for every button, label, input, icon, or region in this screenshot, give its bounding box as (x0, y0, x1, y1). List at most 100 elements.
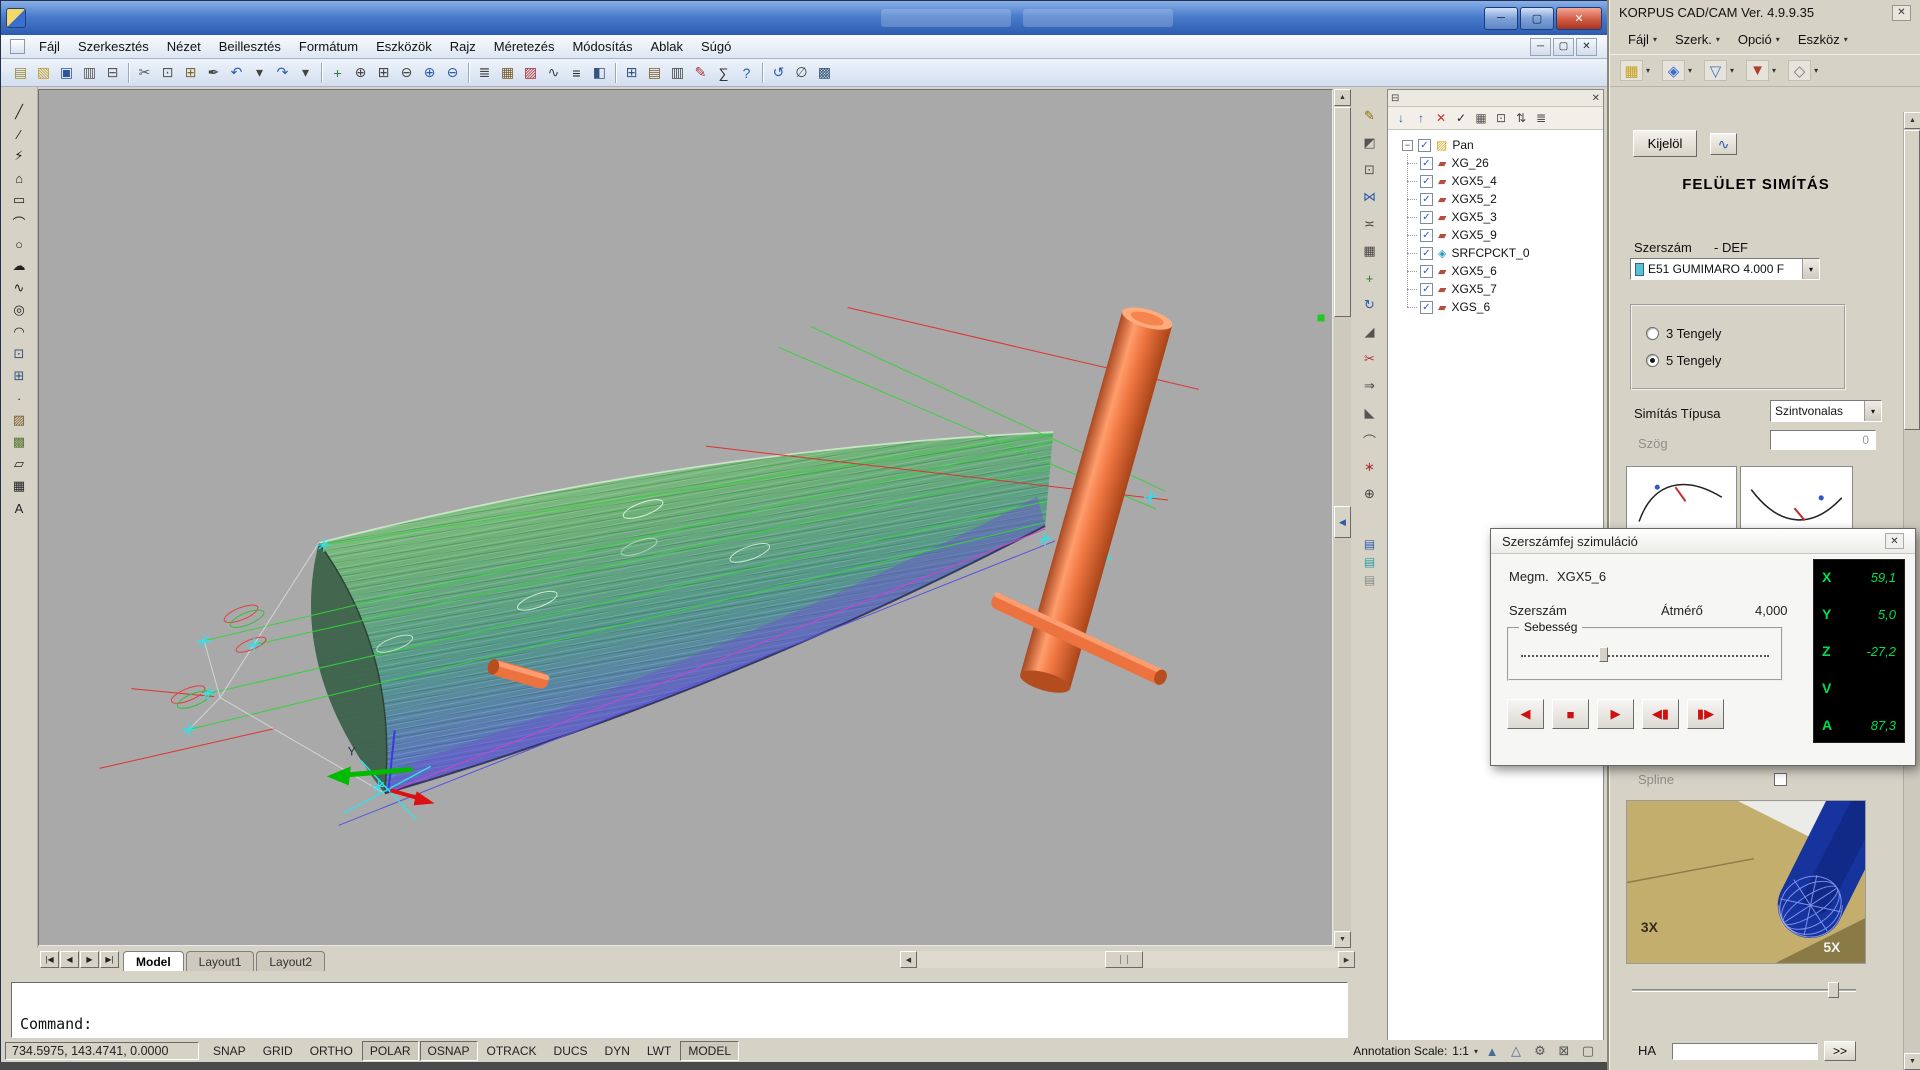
circle-icon[interactable]: ○ (6, 233, 32, 255)
play-backward-button[interactable]: ◀ (1507, 699, 1544, 729)
status-toggle[interactable]: DUCS (546, 1041, 596, 1061)
layer-properties-icon[interactable]: ▦ (496, 62, 519, 84)
move-icon[interactable]: + (1358, 267, 1382, 289)
copy-icon[interactable]: ⊡ (156, 62, 179, 84)
spline-icon[interactable]: ∿ (6, 277, 32, 299)
menu-item[interactable]: Módosítás (563, 36, 641, 57)
designcenter-icon[interactable]: ⊞ (620, 62, 643, 84)
layout-tab[interactable]: Layout1 (186, 951, 255, 971)
annotation-scale-value[interactable]: 1:1 (1452, 1044, 1469, 1058)
arc-icon[interactable]: ⌒ (6, 211, 32, 233)
ellipse-icon[interactable]: ◎ (6, 299, 32, 321)
scrollbar-thumb[interactable] (1105, 951, 1143, 968)
menu-item[interactable]: Beillesztés (210, 36, 290, 57)
menu-item[interactable]: Méretezés (485, 36, 564, 57)
lock-icon[interactable]: ⊠ (1555, 1042, 1573, 1060)
status-toggle[interactable]: LWT (639, 1041, 679, 1061)
point-icon[interactable]: ∙ (6, 387, 32, 409)
menu-item[interactable]: Fájl (30, 36, 69, 57)
mini-sheet-gray-icon[interactable]: ▤ (1358, 572, 1382, 588)
restore-button[interactable]: ▢ (1520, 7, 1554, 30)
tree-item[interactable]: ✓ ◈ SRFCPCKT_0 (1390, 244, 1601, 262)
more-button[interactable]: >> (1824, 1041, 1856, 1061)
chevron-down-icon[interactable]: ▾ (1802, 259, 1819, 279)
orbit-icon[interactable]: ↺ (767, 62, 790, 84)
construction-line-icon[interactable]: ∕ (6, 123, 32, 145)
model-viewport[interactable]: Y (38, 89, 1333, 946)
status-toggle[interactable]: ORTHO (302, 1041, 361, 1061)
table-icon[interactable]: ▦ (6, 475, 32, 497)
mini-sheet-cyan-icon[interactable]: ▤ (1358, 554, 1382, 570)
menu-item[interactable]: Formátum (290, 36, 367, 57)
status-toggle[interactable]: OTRACK (479, 1041, 545, 1061)
zoom-previous-icon[interactable]: ⊖ (395, 62, 418, 84)
smoothing-type-combo[interactable]: Szintvonalas ▾ (1770, 400, 1882, 422)
doc-minimize-button[interactable]: ─ (1530, 38, 1551, 56)
sheetset-icon[interactable]: ▥ (666, 62, 689, 84)
status-toggle[interactable]: POLAR (362, 1041, 419, 1061)
scroll-down-arrow[interactable]: ▼ (1334, 931, 1351, 948)
scrollbar-thumb[interactable] (1334, 107, 1351, 317)
offset-icon[interactable]: ≍ (1358, 213, 1382, 235)
mirror-icon[interactable]: ⋈ (1358, 186, 1382, 208)
command-line-window[interactable]: Command: (11, 982, 1348, 1038)
tool-palettes-icon[interactable]: ▤ (643, 62, 666, 84)
layers-icon[interactable]: ≣ (473, 62, 496, 84)
rotate-icon[interactable]: ↻ (1358, 294, 1382, 316)
tab-nav-button[interactable]: ▶| (100, 951, 119, 968)
list-view-icon[interactable]: ≣ (1531, 109, 1551, 128)
axis-blend-slider[interactable] (1632, 982, 1856, 998)
color-control-icon[interactable]: ▨ (519, 62, 542, 84)
menu-item[interactable]: Rajz (441, 36, 485, 57)
panel-collapse-arrow[interactable]: ◀ (1334, 506, 1351, 538)
main-titlebar[interactable]: ─ ▢ ✕ (1, 1, 1607, 35)
copy-item-icon[interactable]: ⊡ (1491, 109, 1511, 128)
tree-item[interactable]: ✓ ▰ XG_26 (1390, 154, 1601, 172)
scroll-up-arrow[interactable]: ▲ (1334, 89, 1351, 106)
tree-item[interactable]: ✓ ▰ XGX5_2 (1390, 190, 1601, 208)
move-up-icon[interactable]: ↑ (1411, 109, 1431, 128)
zoom-window-icon[interactable]: ⊞ (372, 62, 395, 84)
polyline-icon[interactable]: ⚡ (6, 145, 32, 167)
tree-item-checkbox[interactable]: ✓ (1420, 229, 1433, 242)
scroll-left-arrow[interactable]: ◀ (900, 951, 917, 968)
scroll-down-arrow[interactable]: ▼ (1904, 1053, 1920, 1070)
redo-icon[interactable]: ↷ (271, 62, 294, 84)
panel-menu-icon[interactable]: ⊟ (1391, 93, 1399, 104)
redo-dropdown-icon[interactable]: ▾ (294, 62, 317, 84)
speed-slider-handle[interactable] (1599, 647, 1608, 662)
axis-radio-option[interactable]: 5 Tengely (1646, 353, 1844, 368)
angle-input[interactable]: 0 (1770, 430, 1876, 450)
layout-tab[interactable]: Model (123, 951, 184, 971)
annotation-autoscale-icon[interactable]: △ (1507, 1042, 1525, 1060)
tree-item[interactable]: ✓ ▰ XGS_6 (1390, 298, 1601, 316)
scale-icon[interactable]: ◢ (1358, 321, 1382, 343)
status-toggle[interactable]: SNAP (205, 1041, 254, 1061)
scroll-right-arrow[interactable]: ▶ (1338, 951, 1355, 968)
menu-item[interactable]: Ablak (641, 36, 692, 57)
mtext-icon[interactable]: A (6, 497, 32, 519)
panel-close-icon[interactable]: ✕ (1592, 93, 1600, 104)
ha-field[interactable] (1672, 1043, 1818, 1060)
stop-button[interactable]: ■ (1552, 699, 1589, 729)
tree-item[interactable]: ✓ ▰ XGX5_7 (1390, 280, 1601, 298)
menu-item[interactable]: Nézet (158, 36, 210, 57)
new-icon[interactable]: ▤ (9, 62, 32, 84)
paste-icon[interactable]: ⊞ (179, 62, 202, 84)
slider-handle[interactable] (1828, 982, 1839, 998)
clean-screen-icon[interactable]: ▢ (1579, 1042, 1597, 1060)
pan-icon[interactable]: + (326, 62, 349, 84)
undo-icon[interactable]: ↶ (225, 62, 248, 84)
radio-button[interactable] (1646, 327, 1659, 340)
tree-root-item[interactable]: − ✓ ▨ Pan (1390, 136, 1601, 154)
tree-item-checkbox[interactable]: ✓ (1420, 265, 1433, 278)
annotation-scale-dropdown-icon[interactable]: ▾ (1474, 1047, 1478, 1056)
extend-icon[interactable]: ⇒ (1358, 375, 1382, 397)
status-toggle[interactable]: GRID (255, 1041, 301, 1061)
cut-icon[interactable]: ✂ (133, 62, 156, 84)
explode-icon[interactable]: ∗ (1358, 456, 1382, 478)
tree-panel-header[interactable]: ⊟ ✕ (1388, 90, 1603, 107)
status-toggle[interactable]: DYN (597, 1041, 638, 1061)
gradient-icon[interactable]: ▩ (6, 431, 32, 453)
tree-item-checkbox[interactable]: ✓ (1420, 193, 1433, 206)
